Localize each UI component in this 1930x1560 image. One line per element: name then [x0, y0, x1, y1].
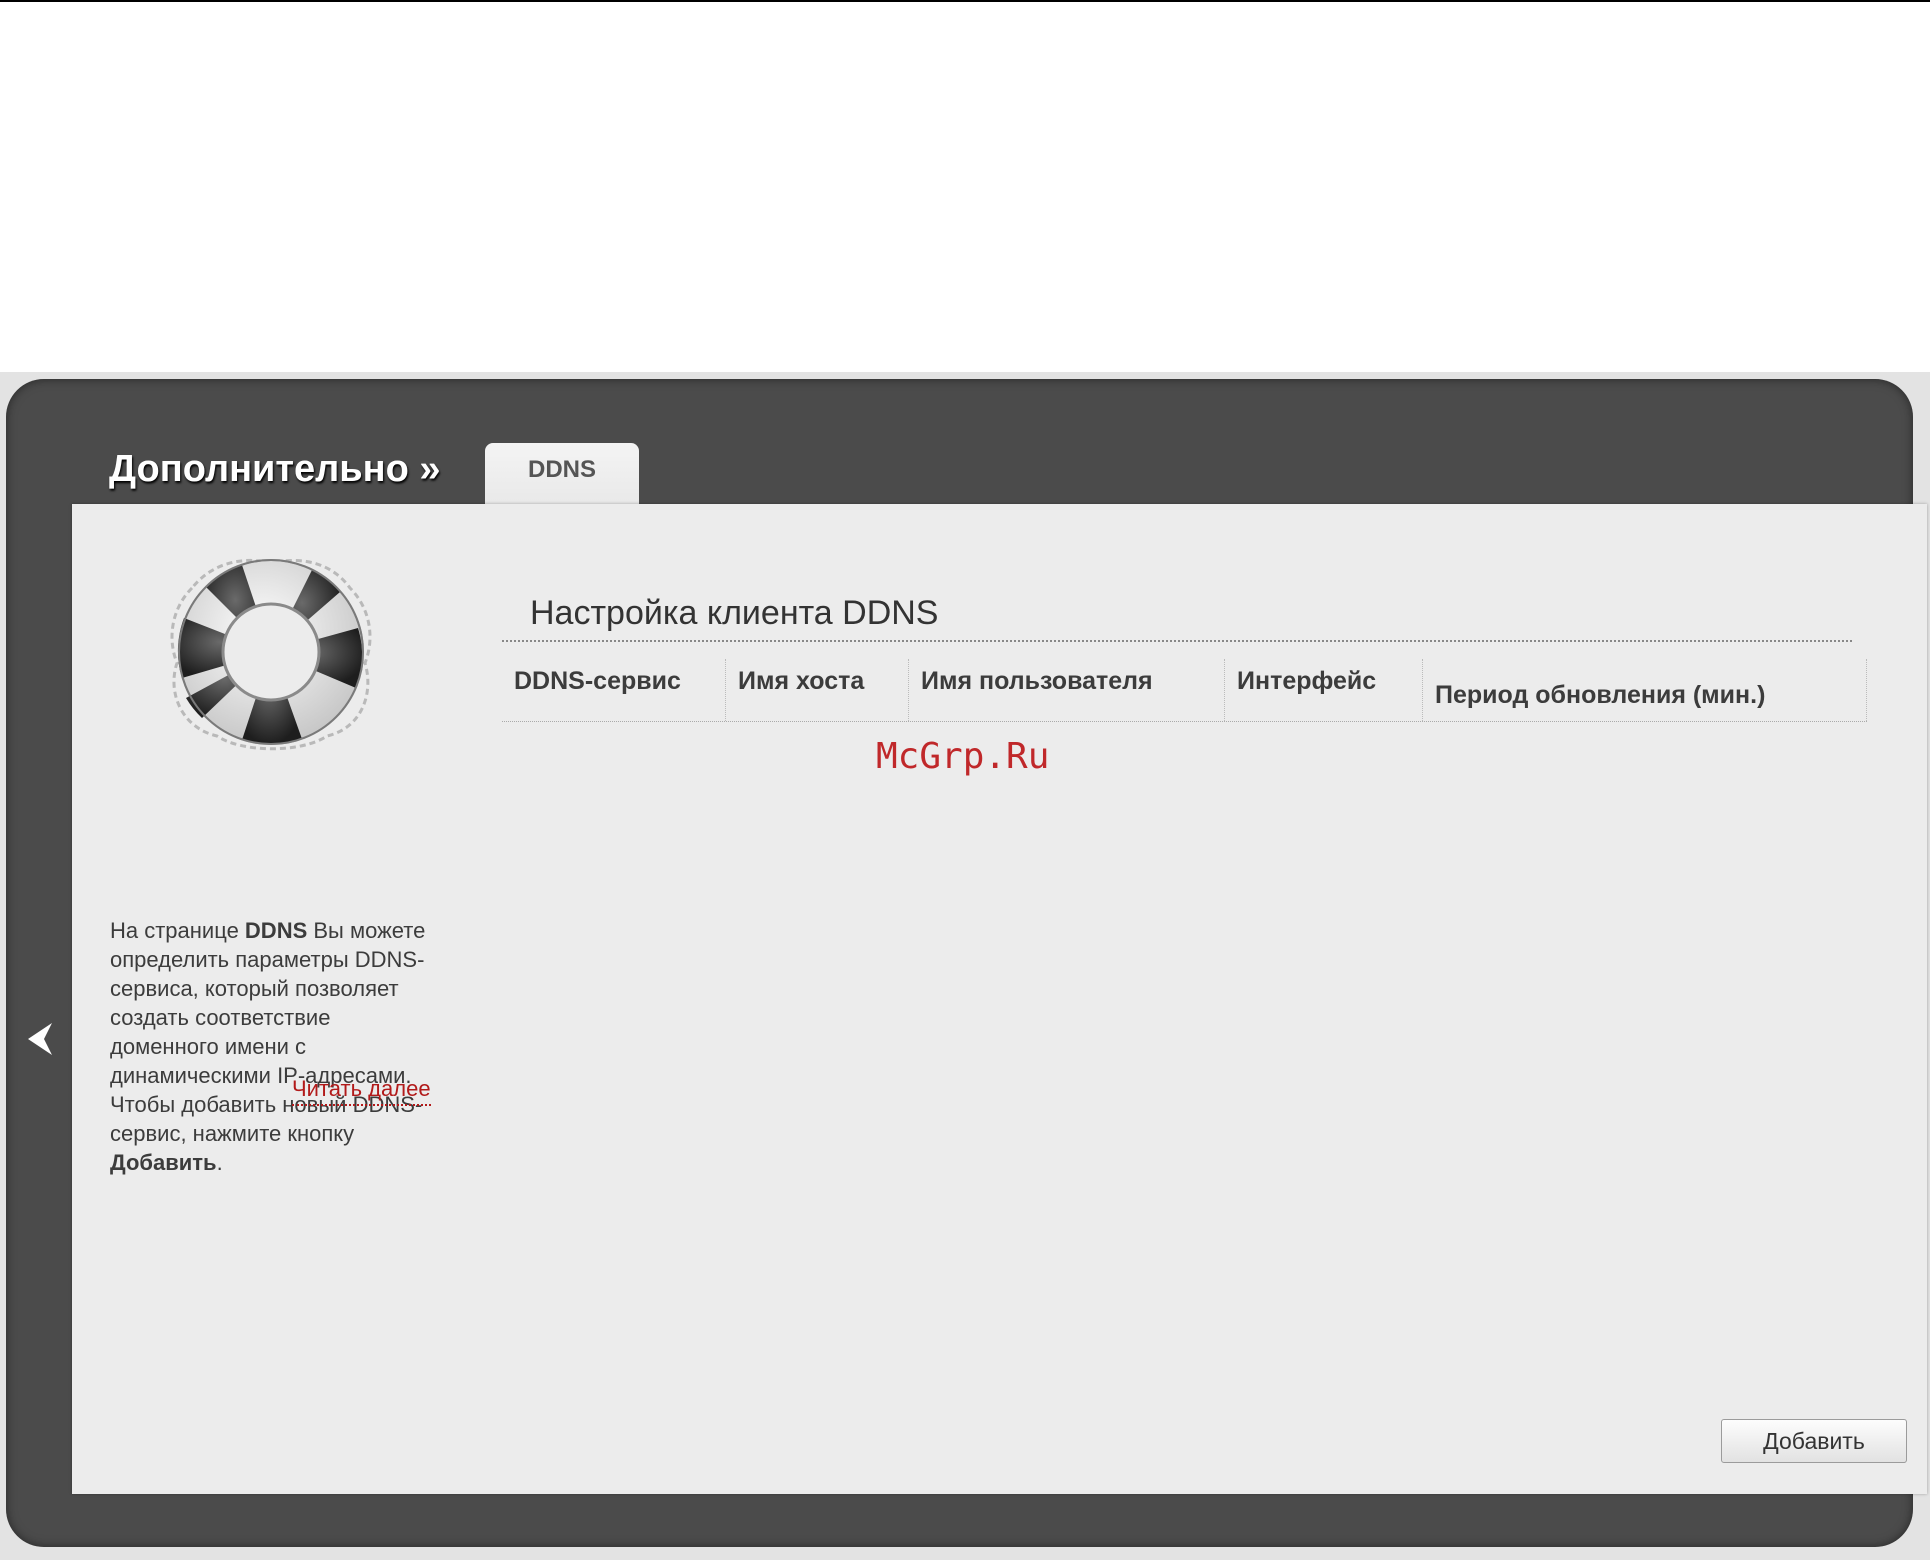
help-text-part: На странице	[110, 918, 245, 943]
help-text-add: Добавить	[110, 1150, 217, 1175]
table-header: DDNS-сервис Имя хоста Имя пользователя И…	[502, 659, 1867, 722]
column-header-update-period[interactable]: Период обновления (мин.)	[1423, 659, 1867, 721]
help-text-part: .	[216, 1150, 223, 1175]
page: Дополнительно » DDNS На странице DDNS Вы…	[0, 0, 1930, 1560]
column-header-username[interactable]: Имя пользователя	[909, 659, 1225, 721]
help-text-ddns: DDNS	[244, 918, 308, 943]
watermark: McGrp.Ru	[876, 736, 1050, 777]
help-text: На странице DDNS Вы можете определить па…	[110, 916, 440, 1177]
router-ui-frame: Дополнительно » DDNS На странице DDNS Вы…	[0, 372, 1930, 1560]
help-text-part: Вы можете определить параметры DDNS-серв…	[110, 918, 426, 1146]
content-panel: На странице DDNS Вы можете определить па…	[72, 504, 1927, 1494]
chevron-left-icon[interactable]	[24, 1019, 56, 1059]
column-header-ddns-service[interactable]: DDNS-сервис	[502, 659, 726, 721]
section-title: Дополнительно »	[109, 448, 441, 490]
column-header-hostname[interactable]: Имя хоста	[726, 659, 909, 721]
column-header-interface[interactable]: Интерфейс	[1225, 659, 1423, 721]
tab-ddns[interactable]: DDNS	[485, 443, 639, 507]
dark-panel: Дополнительно » DDNS На странице DDNS Вы…	[6, 379, 1927, 1547]
title-divider	[502, 640, 1852, 642]
table-title: Настройка клиента DDNS	[530, 594, 939, 632]
top-rule	[0, 0, 1930, 2]
add-button[interactable]: Добавить	[1721, 1419, 1907, 1463]
lifebuoy-icon	[170, 559, 372, 751]
read-more-link[interactable]: Читать далее	[292, 1076, 431, 1106]
